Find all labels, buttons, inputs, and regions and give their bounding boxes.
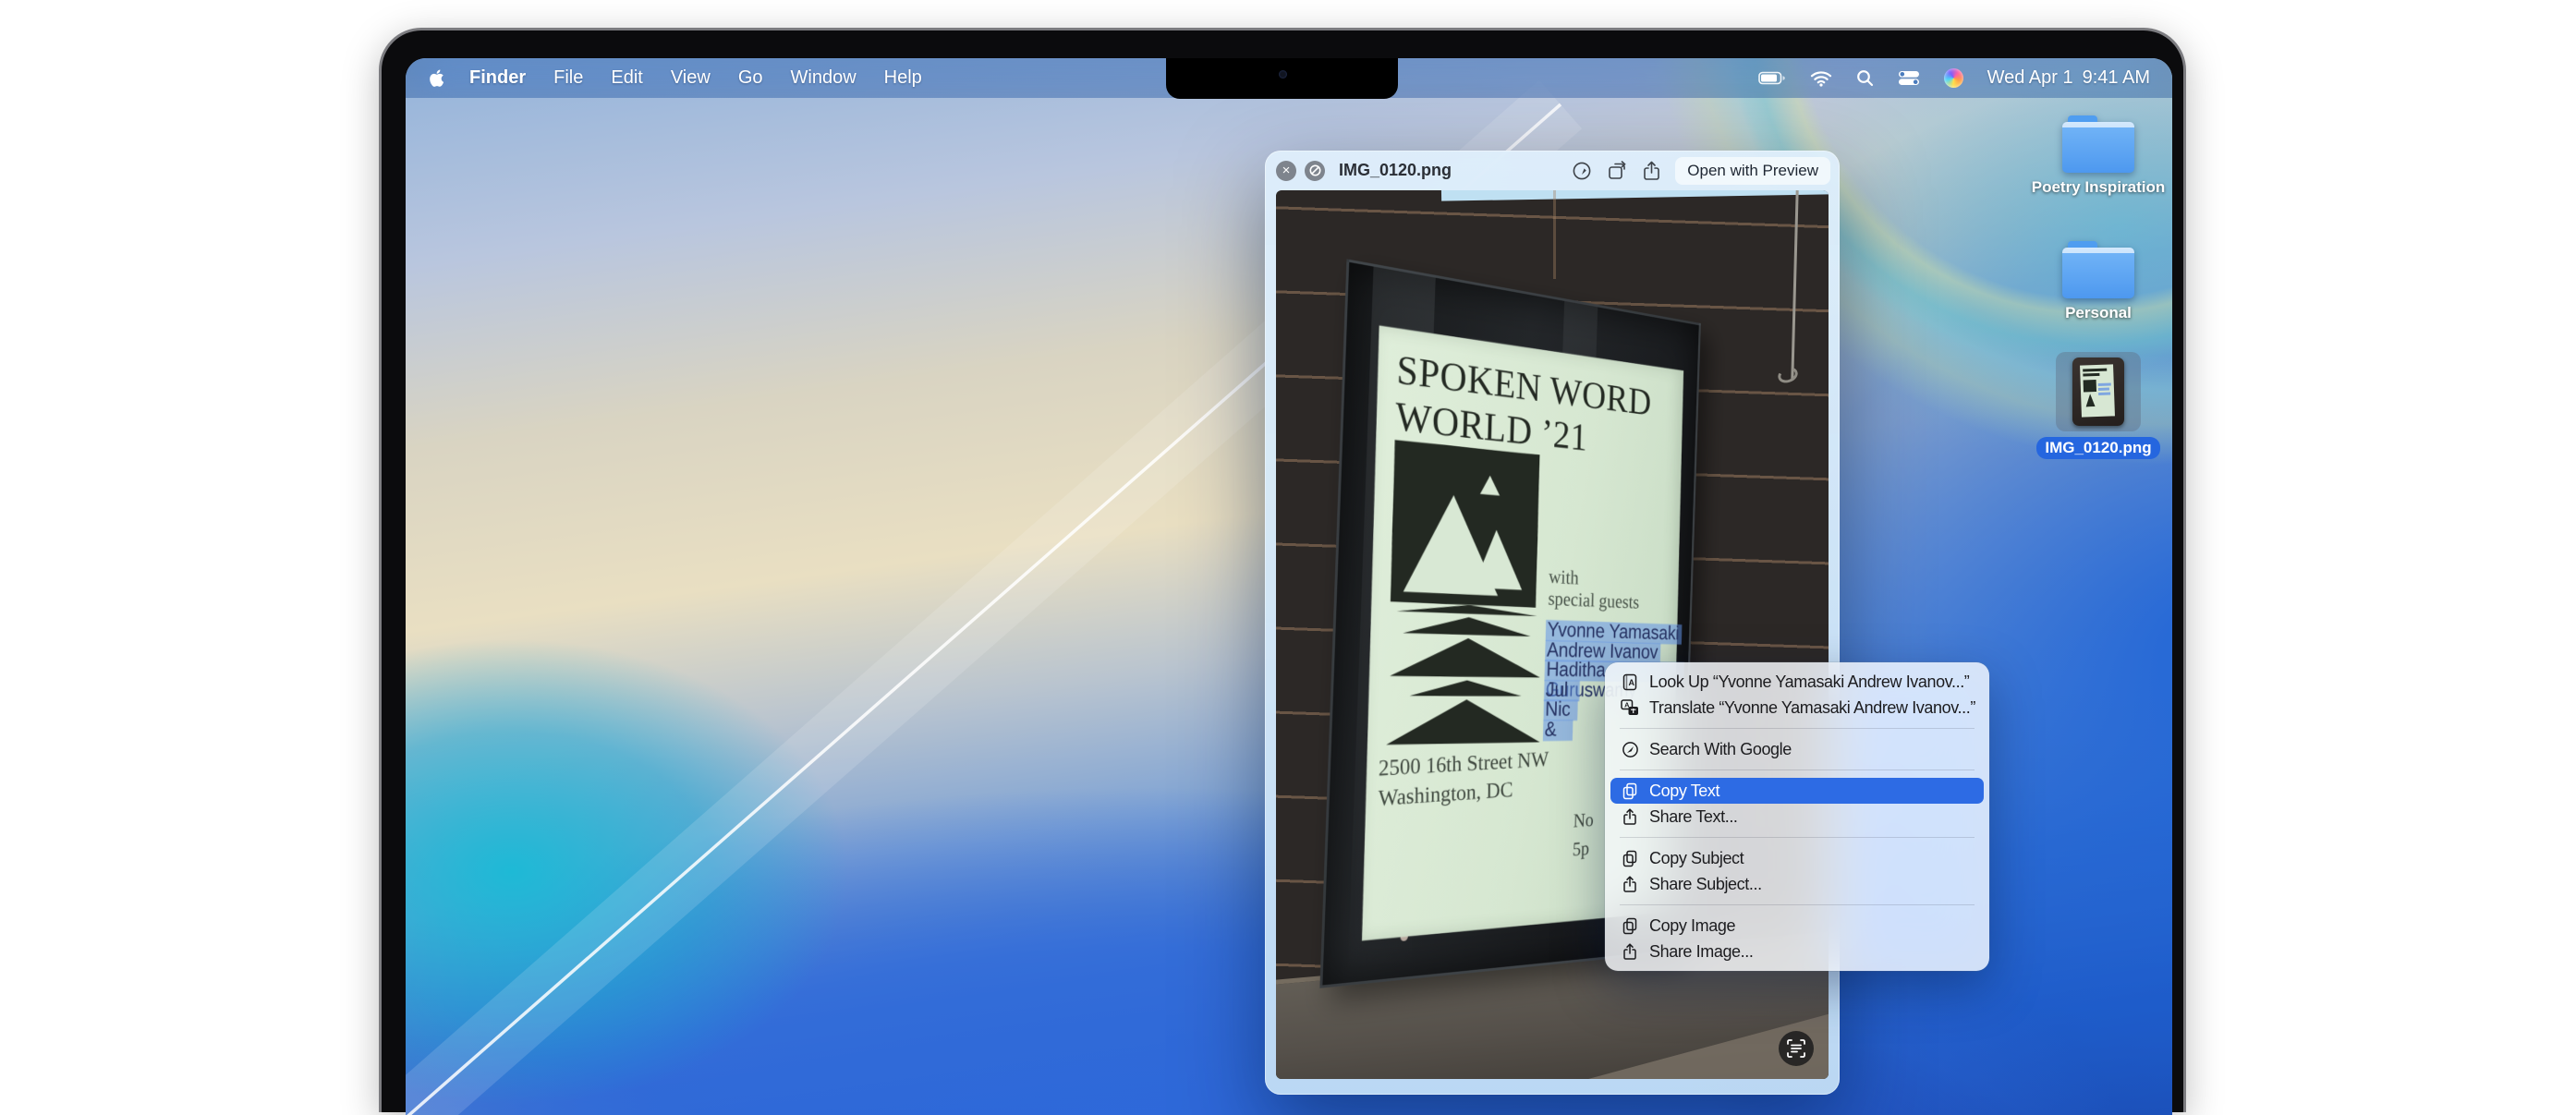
icon-label: Personal: [2065, 305, 2132, 322]
control-center-icon[interactable]: [1898, 70, 1920, 86]
menu-separator: [1620, 728, 1975, 729]
dictionary-icon: A: [1619, 673, 1641, 691]
copy-icon: [1619, 850, 1641, 867]
menu-item-finder[interactable]: Finder: [456, 67, 540, 89]
icon-label: Poetry Inspiration: [2032, 179, 2166, 197]
camera-icon: [1279, 70, 1287, 79]
menu-item-label: Share Subject...: [1649, 875, 1762, 894]
menu-item-file[interactable]: File: [540, 67, 597, 89]
menu-item-copy-image[interactable]: Copy Image: [1610, 913, 1984, 939]
poster-triangle-stack-graphic: [1382, 601, 1546, 751]
menu-item-label: Share Text...: [1649, 807, 1738, 827]
menu-item-share-subject[interactable]: Share Subject...: [1610, 871, 1984, 897]
close-button[interactable]: ×: [1276, 161, 1296, 181]
menu-item-label: Copy Text: [1649, 782, 1719, 801]
menu-item-share-text[interactable]: Share Text...: [1610, 804, 1984, 830]
markup-icon[interactable]: [1572, 161, 1592, 181]
context-menu: A Look Up “Yvonne Yamasaki Andrew Ivanov…: [1605, 662, 1989, 971]
battery-icon[interactable]: [1758, 70, 1786, 86]
menu-item-copy-subject[interactable]: Copy Subject: [1610, 845, 1984, 871]
menu-item-help[interactable]: Help: [870, 67, 936, 89]
share-icon: [1619, 808, 1641, 826]
menu-item-look-up[interactable]: A Look Up “Yvonne Yamasaki Andrew Ivanov…: [1610, 669, 1984, 695]
apple-menu-icon[interactable]: [426, 68, 456, 88]
copy-icon: [1619, 917, 1641, 935]
poster-datetime-fragment: No 5p: [1573, 806, 1595, 864]
open-with-preview-button[interactable]: Open with Preview: [1675, 157, 1830, 185]
wifi-icon[interactable]: [1810, 70, 1832, 87]
window-title: IMG_0120.png: [1339, 161, 1452, 180]
folder-icon: [2062, 115, 2134, 173]
selected-text[interactable]: &: [1543, 720, 1574, 741]
title-bar[interactable]: × IMG_0120.png: [1265, 151, 1840, 190]
macbook-bezel: Finder File Edit View Go Window Help: [379, 28, 2186, 1112]
menu-item-copy-text[interactable]: Copy Text: [1610, 778, 1984, 804]
menu-item-label: Copy Image: [1649, 916, 1735, 936]
translate-icon: A: [1619, 699, 1641, 717]
svg-text:A: A: [1628, 678, 1634, 687]
rotate-icon[interactable]: [1607, 161, 1628, 181]
prohibit-button[interactable]: [1305, 161, 1325, 181]
status-time: 9:41 AM: [2083, 67, 2150, 89]
menu-item-window[interactable]: Window: [777, 67, 870, 89]
menu-item-label: Share Image...: [1649, 942, 1753, 962]
poster-subtitle: with special guests: [1548, 565, 1640, 612]
poster-mountain-graphic: [1391, 440, 1540, 612]
desktop-icon-personal[interactable]: Personal: [2029, 241, 2168, 322]
live-text-button[interactable]: [1779, 1031, 1814, 1066]
menu-item-search-with-google[interactable]: Search With Google: [1610, 736, 1984, 762]
share-icon: [1619, 943, 1641, 961]
menu-item-share-image[interactable]: Share Image...: [1610, 939, 1984, 964]
image-file-thumbnail: [2072, 358, 2124, 426]
status-date: Wed Apr 1: [1987, 67, 2073, 89]
desktop-icon-img-0120[interactable]: IMG_0120.png: [2029, 352, 2168, 459]
share-icon: [1619, 876, 1641, 893]
desktop-icon-poetry-inspiration[interactable]: Poetry Inspiration: [2029, 115, 2168, 197]
share-icon[interactable]: [1643, 161, 1660, 181]
icon-label-selected: IMG_0120.png: [2036, 437, 2159, 459]
menu-item-label: Look Up “Yvonne Yamasaki Andrew Ivanov..…: [1649, 673, 1969, 692]
menu-item-go[interactable]: Go: [724, 67, 777, 89]
menu-item-translate[interactable]: A Translate “Yvonne Yamasaki Andrew Ivan…: [1610, 695, 1984, 721]
menu-item-view[interactable]: View: [657, 67, 724, 89]
compass-icon: [1619, 741, 1641, 758]
copy-icon: [1619, 782, 1641, 800]
menu-separator: [1620, 837, 1975, 838]
search-icon[interactable]: [1856, 69, 1874, 87]
menu-separator: [1620, 904, 1975, 905]
menu-item-label: Translate “Yvonne Yamasaki Andrew Ivanov…: [1649, 698, 1975, 718]
poster-address: 2500 16th Street NW Washington, DC: [1379, 746, 1549, 814]
wall-joint: [1553, 190, 1556, 279]
menu-item-edit[interactable]: Edit: [597, 67, 656, 89]
menu-item-label: Search With Google: [1649, 740, 1792, 759]
folder-icon: [2062, 241, 2134, 298]
siri-icon[interactable]: [1944, 68, 1963, 88]
selection-highlight: [2056, 352, 2141, 431]
display-notch: [1166, 58, 1398, 99]
menu-bar-clock[interactable]: Wed Apr 1 9:41 AM: [1987, 67, 2150, 89]
screen: Finder File Edit View Go Window Help: [406, 58, 2172, 1115]
menu-item-label: Copy Subject: [1649, 849, 1744, 868]
